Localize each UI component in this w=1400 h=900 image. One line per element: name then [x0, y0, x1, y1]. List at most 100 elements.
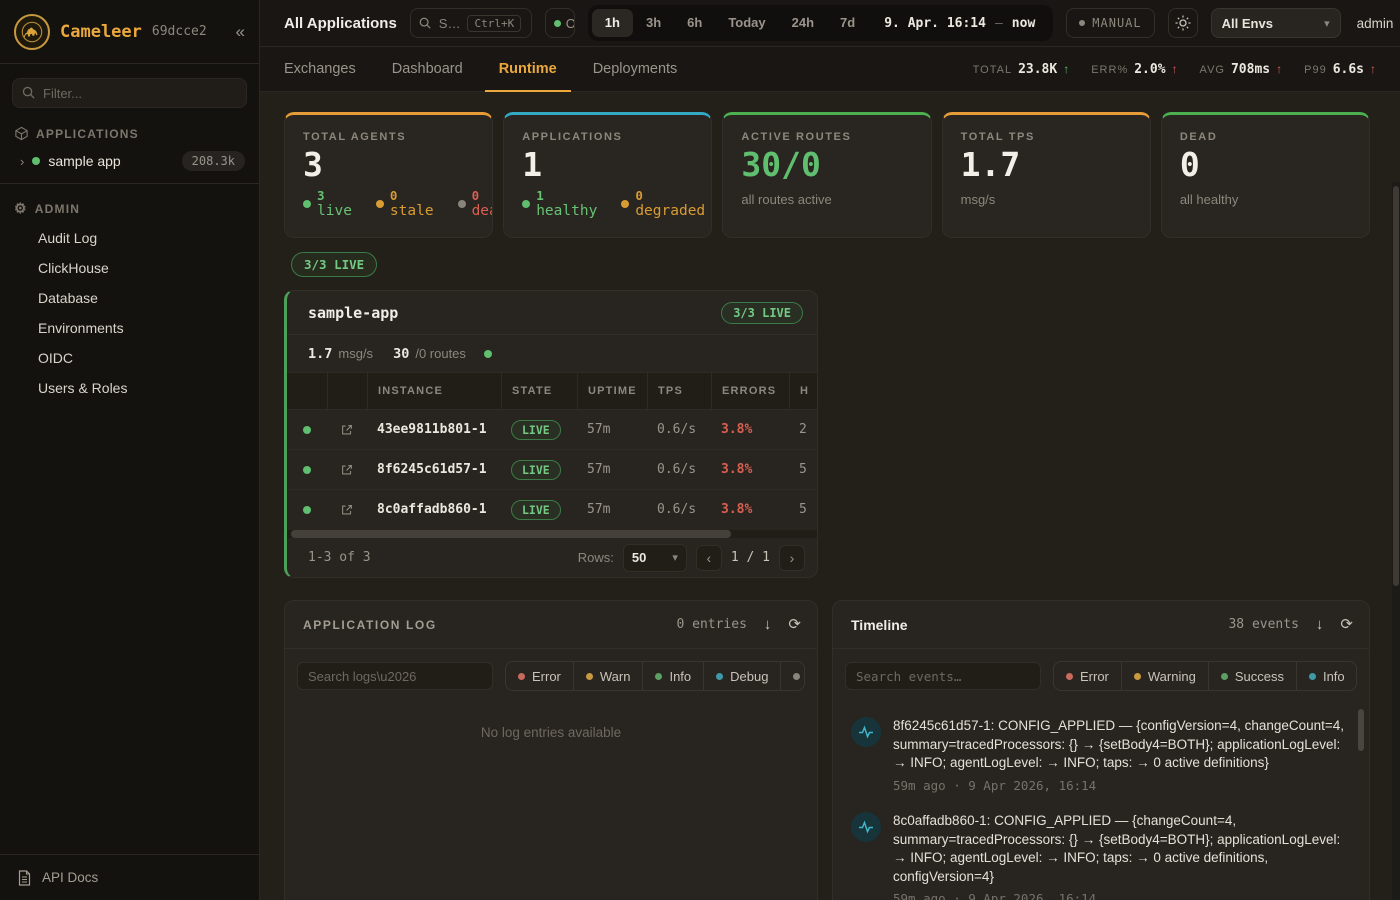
- range-7d[interactable]: 7d: [827, 9, 868, 37]
- table-row[interactable]: 43ee9811b801-1 LIVE 57m 0.6/s 3.8% 2: [287, 409, 817, 449]
- sidebar-item-environments[interactable]: Environments: [0, 313, 259, 343]
- refresh-icon[interactable]: ⟳: [1340, 617, 1353, 632]
- sidebar-item-database[interactable]: Database: [0, 283, 259, 313]
- dot-teal: [1309, 673, 1316, 680]
- timeline-search-input[interactable]: [845, 662, 1041, 690]
- log-panel-header: APPLICATION LOG 0 entries ↓ ⟳: [285, 601, 817, 649]
- timeline-title: Timeline: [851, 617, 908, 633]
- range-today[interactable]: Today: [715, 9, 778, 37]
- horizontal-scrollbar[interactable]: [287, 530, 817, 538]
- search-shortcut: Ctrl+K: [467, 15, 521, 32]
- download-icon[interactable]: ↓: [764, 617, 772, 632]
- overall-live-badge: 3/3 LIVE: [291, 252, 377, 277]
- chevron-right-icon[interactable]: ›: [20, 154, 24, 169]
- table-row[interactable]: 8f6245c61d57-1 LIVE 57m 0.6/s 3.8% 5: [287, 449, 817, 489]
- filter-info[interactable]: Info: [642, 662, 703, 690]
- range-3h[interactable]: 3h: [633, 9, 674, 37]
- sidebar-filter-input[interactable]: [12, 78, 247, 108]
- event-time: 59m ago · 9 Apr 2026, 16:14: [893, 778, 1349, 793]
- next-page-button[interactable]: ›: [779, 545, 805, 571]
- refresh-icon[interactable]: ⟳: [788, 617, 801, 632]
- col-errors: ERRORS: [711, 373, 789, 409]
- tab-deployments[interactable]: Deployments: [593, 47, 678, 92]
- filter-info[interactable]: Info: [1296, 662, 1357, 690]
- sidebar-item-users-roles[interactable]: Users & Roles: [0, 373, 259, 403]
- log-toolbar: Error Warn Info Debug Trace: [285, 649, 817, 703]
- filter-trace[interactable]: Trace: [780, 662, 805, 690]
- table-footer: 1-3 of 3 Rows: 50 ▾ ‹ 1 / 1 ›: [287, 538, 817, 577]
- username: admin: [1357, 16, 1394, 31]
- rows-per-page-select[interactable]: 50 ▾: [623, 544, 687, 572]
- env-select[interactable]: All Envs ▾: [1211, 8, 1341, 38]
- log-search-input[interactable]: [297, 662, 493, 690]
- app-count-badge: 208.3k: [182, 151, 245, 171]
- external-link-icon[interactable]: [327, 490, 367, 529]
- filter-error[interactable]: Error: [1054, 662, 1121, 690]
- routes-status-dot: [484, 350, 492, 358]
- tab-dashboard[interactable]: Dashboard: [392, 47, 463, 92]
- download-icon[interactable]: ↓: [1316, 617, 1324, 632]
- date-from: 9. Apr. 16:14: [884, 16, 986, 31]
- row-status-dot: [303, 506, 311, 514]
- status-dot-green: [32, 157, 40, 165]
- scrollbar-thumb[interactable]: [1393, 186, 1399, 586]
- manual-refresh-button[interactable]: MANUAL: [1066, 8, 1154, 38]
- log-entries-count: 0 entries: [676, 617, 746, 632]
- sidebar: Cameleer 69dcce2 « APPLICATIONS › sample…: [0, 0, 260, 900]
- chevron-down-icon: ▾: [1324, 17, 1330, 30]
- row-status-dot: [303, 426, 311, 434]
- date-to: now: [1012, 16, 1035, 31]
- up-arrow-icon: ↑: [1370, 62, 1376, 76]
- sidebar-item-clickhouse[interactable]: ClickHouse: [0, 253, 259, 283]
- dot-gray: [793, 673, 800, 680]
- card-applications: APPLICATIONS 1 1healthy 0degraded 0criti…: [503, 112, 712, 238]
- scrollbar-thumb[interactable]: [1358, 709, 1364, 751]
- external-link-icon[interactable]: [327, 450, 367, 489]
- event-text: 8c0affadb860-1: CONFIG_APPLIED — {change…: [893, 812, 1349, 887]
- timeline-event[interactable]: 8f6245c61d57-1: CONFIG_APPLIED — {config…: [847, 707, 1353, 802]
- scrollbar-thumb[interactable]: [291, 530, 731, 538]
- global-search-button[interactable]: S… Ctrl+K: [410, 8, 532, 38]
- dot-teal: [716, 673, 723, 680]
- col-h: H: [789, 373, 818, 409]
- tab-exchanges[interactable]: Exchanges: [284, 47, 356, 92]
- filter-warn[interactable]: Warn: [573, 662, 643, 690]
- tab-runtime[interactable]: Runtime: [499, 47, 557, 92]
- filter-debug[interactable]: Debug: [703, 662, 780, 690]
- filter-error[interactable]: Error: [506, 662, 573, 690]
- range-24h[interactable]: 24h: [779, 9, 827, 37]
- applications-section-header: APPLICATIONS: [0, 118, 259, 147]
- row-status-dot: [303, 466, 311, 474]
- api-docs-link[interactable]: API Docs: [0, 854, 259, 900]
- table-row[interactable]: 8c0affadb860-1 LIVE 57m 0.6/s 3.8% 5: [287, 489, 817, 529]
- range-6h[interactable]: 6h: [674, 9, 715, 37]
- sidebar-item-oidc[interactable]: OIDC: [0, 343, 259, 373]
- timeline-panel: Timeline 38 events ↓ ⟳ Error Warning Suc…: [832, 600, 1370, 900]
- sample-app-header: sample-app 3/3 LIVE: [287, 291, 817, 335]
- theme-toggle-button[interactable]: [1168, 8, 1198, 38]
- range-1h[interactable]: 1h: [592, 9, 633, 37]
- filter-success[interactable]: Success: [1208, 662, 1296, 690]
- page-indicator: 1 / 1: [731, 550, 770, 565]
- rows-range: 1-3 of 3: [308, 550, 371, 565]
- sidebar-collapse-icon[interactable]: «: [236, 22, 245, 42]
- timeline-event[interactable]: 8c0affadb860-1: CONFIG_APPLIED — {change…: [847, 802, 1353, 900]
- stat-live: 3live: [303, 189, 352, 220]
- page-scrollbar[interactable]: [1392, 182, 1400, 900]
- sidebar-item-sample-app[interactable]: › sample app 208.3k: [0, 147, 259, 175]
- metric-err: ERR% 2.0% ↑: [1091, 62, 1177, 77]
- sidebar-item-audit-log[interactable]: Audit Log: [0, 223, 259, 253]
- filter-warning[interactable]: Warning: [1121, 662, 1208, 690]
- date-range-display[interactable]: 9. Apr. 16:14 – now: [884, 16, 1035, 31]
- activity-icon: [851, 717, 881, 747]
- live-status-dot: [554, 20, 561, 27]
- external-link-icon[interactable]: [327, 410, 367, 449]
- sun-icon: [1175, 15, 1191, 31]
- main-content: TOTAL AGENTS 3 3live 0stale 0dead: [260, 92, 1400, 900]
- manual-label: MANUAL: [1092, 16, 1141, 30]
- admin-section-label: ADMIN: [35, 202, 80, 216]
- search-icon: [418, 16, 432, 30]
- prev-page-button[interactable]: ‹: [696, 545, 722, 571]
- live-status-toggle[interactable]: O: [545, 8, 575, 38]
- app-panel-title: sample-app: [308, 304, 398, 322]
